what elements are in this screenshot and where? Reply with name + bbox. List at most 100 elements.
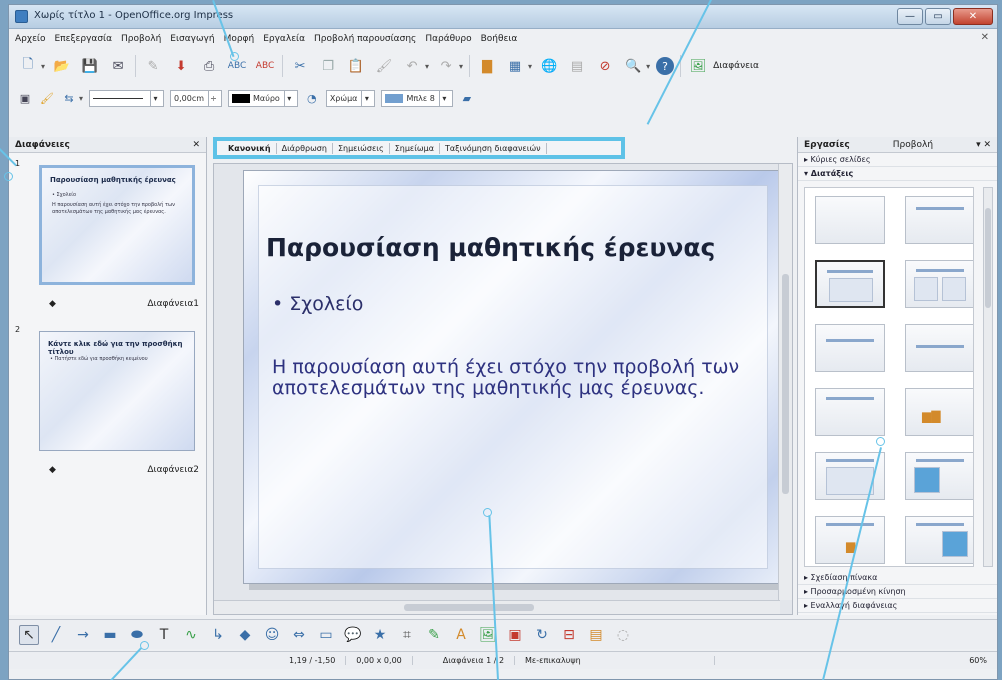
- basic-shapes-icon[interactable]: ◆: [235, 625, 255, 645]
- layout-title-text[interactable]: [905, 324, 973, 372]
- stars-icon[interactable]: ★: [370, 625, 390, 645]
- layout-title-only-2[interactable]: [815, 388, 885, 436]
- line-arrow-tool-icon[interactable]: →: [73, 625, 93, 645]
- undo-icon[interactable]: ↶: [401, 55, 423, 77]
- tab-handout[interactable]: Σημείωμα: [390, 142, 440, 154]
- styles-icon[interactable]: ▣: [17, 90, 33, 106]
- gallery-icon[interactable]: ▣: [505, 625, 525, 645]
- line-style-select[interactable]: ▾: [89, 89, 165, 107]
- connector-tool-icon[interactable]: ↳: [208, 625, 228, 645]
- layout-text-image[interactable]: [905, 516, 973, 564]
- layout-blank[interactable]: [815, 196, 885, 244]
- layout-title-only[interactable]: [905, 196, 973, 244]
- glue-points-icon[interactable]: ✎: [424, 625, 444, 645]
- menu-file[interactable]: Αρχείο: [15, 34, 46, 44]
- line-color-select[interactable]: Μαύρο ▾: [228, 89, 298, 107]
- section-custom-animation[interactable]: ▸ Προσαρμοσμένη κίνηση: [798, 585, 997, 599]
- paste-icon[interactable]: 📋: [345, 55, 367, 77]
- line-ends-icon[interactable]: ⇆: [61, 90, 77, 106]
- tasks-scrollbar[interactable]: [983, 187, 993, 567]
- menu-help[interactable]: Βοήθεια: [481, 34, 518, 44]
- area-color-select[interactable]: Μπλε 8 ▾: [381, 89, 453, 107]
- alignment-icon[interactable]: ⊟: [559, 625, 579, 645]
- table-icon[interactable]: ▦: [504, 55, 526, 77]
- text-tool-icon[interactable]: T: [154, 625, 174, 645]
- line-tool-icon[interactable]: ╱: [46, 625, 66, 645]
- area-icon[interactable]: ◔: [304, 90, 320, 106]
- print-icon[interactable]: ⎙: [198, 55, 220, 77]
- edit-file-icon[interactable]: ✎: [142, 55, 164, 77]
- menu-edit[interactable]: Επεξεργασία: [55, 34, 113, 44]
- layout-chart-chart[interactable]: ▆▇: [905, 388, 973, 436]
- layout-title-2-content[interactable]: [905, 260, 973, 308]
- rotate-icon[interactable]: ↻: [532, 625, 552, 645]
- zoom-icon[interactable]: 🔍: [622, 55, 644, 77]
- tab-notes[interactable]: Σημειώσεις: [333, 142, 390, 154]
- section-slide-transition[interactable]: ▸ Εναλλαγή διαφάνειας: [798, 599, 997, 613]
- autospellcheck-icon[interactable]: ABC: [254, 55, 276, 77]
- vertical-scrollbar[interactable]: [778, 164, 792, 600]
- slide-thumb-preview[interactable]: Παρουσίαση μαθητικής έρευνας • Σχολείο Η…: [39, 165, 195, 285]
- slides-pane-close-icon[interactable]: ✕: [192, 140, 200, 150]
- slide-body-text[interactable]: Η παρουσίαση αυτή έχει στόχο την προβολή…: [272, 356, 762, 400]
- menu-window[interactable]: Παράθυρο: [425, 34, 471, 44]
- menu-tools[interactable]: Εργαλεία: [263, 34, 305, 44]
- minimize-button[interactable]: —: [897, 8, 923, 25]
- line-width-field[interactable]: 0,00cm ÷: [170, 89, 223, 107]
- status-zoom[interactable]: 60%: [959, 656, 997, 665]
- curve-tool-icon[interactable]: ∿: [181, 625, 201, 645]
- current-slide[interactable]: Παρουσίαση μαθητικής έρευνας • Σχολείο Η…: [243, 170, 783, 584]
- close-window-button[interactable]: ✕: [953, 8, 993, 25]
- arrange-icon[interactable]: ▤: [586, 625, 606, 645]
- save-icon[interactable]: 💾: [79, 55, 101, 77]
- close-document-icon[interactable]: ✕: [981, 32, 989, 43]
- maximize-button[interactable]: ▭: [925, 8, 951, 25]
- tab-slide-sorter[interactable]: Ταξινόμηση διαφανειών: [440, 142, 547, 154]
- callouts-icon[interactable]: 💬: [343, 625, 363, 645]
- chart-icon[interactable]: ▇: [476, 55, 498, 77]
- horizontal-scrollbar[interactable]: [214, 600, 780, 614]
- section-table-design[interactable]: ▸ Σχεδίαση πίνακα: [798, 571, 997, 585]
- slide-title[interactable]: Παρουσίαση μαθητικής έρευνας: [266, 233, 715, 262]
- shadow-icon[interactable]: ▰: [459, 90, 475, 106]
- points-icon[interactable]: ⌗: [397, 625, 417, 645]
- copy-icon[interactable]: ❐: [317, 55, 339, 77]
- layout-text-chart[interactable]: ▆: [815, 516, 885, 564]
- help-icon[interactable]: ?: [656, 57, 675, 75]
- layout-image-text[interactable]: [905, 452, 973, 500]
- cut-icon[interactable]: ✂: [289, 55, 311, 77]
- rectangle-tool-icon[interactable]: ▬: [100, 625, 120, 645]
- email-icon[interactable]: ✉: [107, 55, 129, 77]
- open-folder-icon[interactable]: 📂: [51, 55, 73, 77]
- menu-slideshow[interactable]: Προβολή παρουσίασης: [314, 34, 416, 44]
- tasks-pane-close-icon[interactable]: ▾ ✕: [976, 140, 991, 150]
- slide-thumb-preview[interactable]: Κάντε κλικ εδώ για την προσθήκη τίτλου •…: [39, 331, 195, 451]
- extrusion-icon[interactable]: ◌: [613, 625, 633, 645]
- layout-centered-title[interactable]: [815, 324, 885, 372]
- new-document-icon[interactable]: 🗋: [17, 55, 39, 77]
- select-arrow-icon[interactable]: ↖: [19, 624, 39, 645]
- redo-icon[interactable]: ↷: [435, 55, 457, 77]
- section-master-pages[interactable]: ▸ Κύριες σελίδες: [798, 153, 997, 167]
- section-layouts[interactable]: ▾ Διατάξεις: [798, 167, 997, 181]
- layout-title-content[interactable]: [815, 260, 885, 308]
- menu-view[interactable]: Προβολή: [121, 34, 161, 44]
- tasks-view-menu[interactable]: Προβολή: [893, 140, 933, 150]
- navigator-icon[interactable]: ⊘: [594, 55, 616, 77]
- slide-button[interactable]: 🖼 Διαφάνεια: [687, 55, 759, 77]
- hyperlink-icon[interactable]: 🌐: [538, 55, 560, 77]
- fill-bucket-icon[interactable]: 🖌: [39, 90, 55, 106]
- tab-normal[interactable]: Κανονική: [223, 142, 277, 154]
- layout-table[interactable]: [815, 452, 885, 500]
- symbol-shapes-icon[interactable]: ☺: [262, 625, 282, 645]
- format-paintbrush-icon[interactable]: 🖌: [373, 55, 395, 77]
- menu-insert[interactable]: Εισαγωγή: [170, 34, 214, 44]
- flowchart-icon[interactable]: ▭: [316, 625, 336, 645]
- slide-bullet[interactable]: • Σχολείο: [272, 293, 363, 315]
- area-style-select[interactable]: Χρώμα ▾: [325, 89, 376, 107]
- fontwork-icon[interactable]: A: [451, 625, 471, 645]
- tab-outline[interactable]: Διάρθρωση: [277, 142, 333, 154]
- export-pdf-icon[interactable]: ⬇: [170, 55, 192, 77]
- grid-icon[interactable]: ▤: [566, 55, 588, 77]
- block-arrows-icon[interactable]: ⇔: [289, 625, 309, 645]
